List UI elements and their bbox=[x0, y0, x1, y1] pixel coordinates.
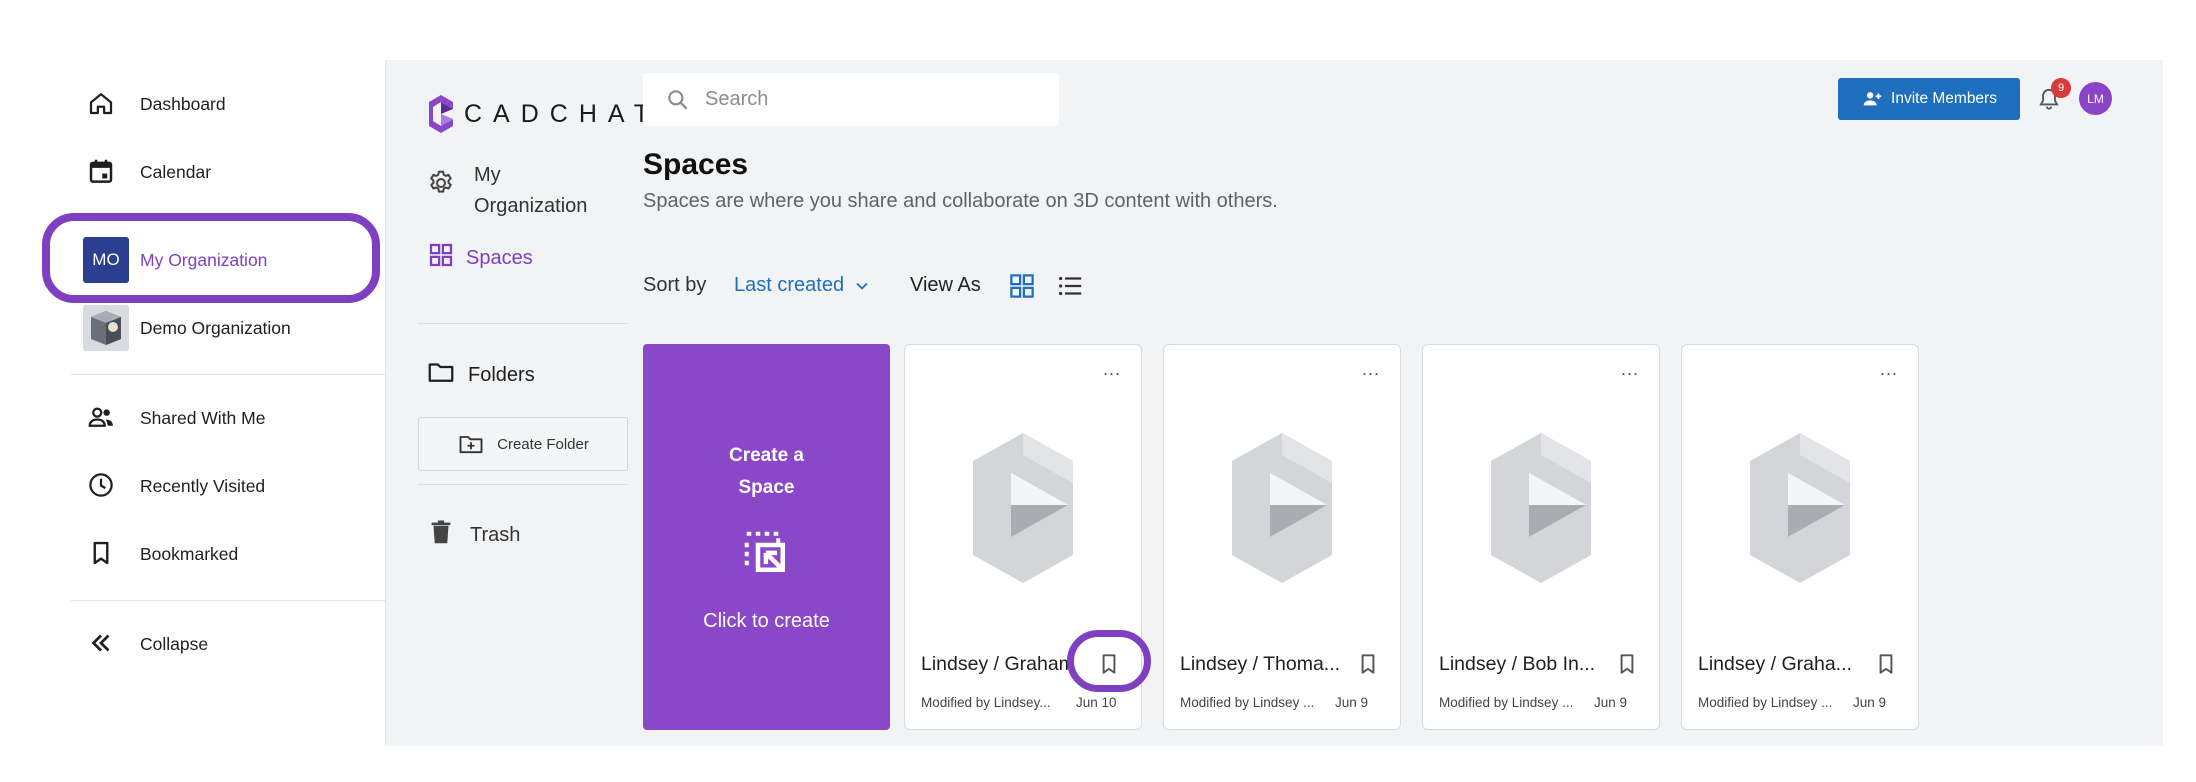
grid-view-icon[interactable] bbox=[1007, 271, 1037, 301]
search-icon bbox=[665, 87, 691, 113]
nav-label: Recently Visited bbox=[140, 475, 266, 496]
more-options-icon[interactable]: ... bbox=[1880, 359, 1898, 380]
logo-text: CADCHAT bbox=[464, 99, 660, 128]
sidebar-item-label: My Organization bbox=[474, 164, 588, 217]
nav-item-my-organization[interactable]: My Organization bbox=[140, 250, 267, 271]
left-navigation: Dashboard Calendar MO My Organization De… bbox=[0, 0, 385, 782]
nav-label: Bookmarked bbox=[140, 543, 239, 564]
invite-members-button[interactable]: Invite Members bbox=[1838, 78, 2020, 120]
space-meta: Modified by Lindsey ... Jun 9 bbox=[1439, 695, 1627, 710]
search-input[interactable] bbox=[705, 88, 1045, 111]
page-subtitle: Spaces are where you share and collabora… bbox=[643, 190, 1278, 212]
sidebar-item-label: Trash bbox=[470, 523, 521, 546]
page-title: Spaces bbox=[643, 148, 749, 181]
view-as-label: View As bbox=[910, 274, 981, 296]
create-folder-button[interactable]: Create Folder bbox=[418, 417, 628, 471]
app-panel: CADCHAT My Organization Spaces Folders C… bbox=[385, 60, 2163, 746]
sidebar-item-label: Spaces bbox=[466, 246, 533, 269]
sort-dropdown[interactable]: Last created bbox=[734, 274, 872, 297]
space-name: Lindsey / Graha... bbox=[1698, 653, 1852, 675]
folder-icon bbox=[426, 357, 456, 393]
modified-date: Jun 10 bbox=[1076, 695, 1117, 710]
create-space-title: Create a Space bbox=[729, 445, 804, 498]
more-options-icon[interactable]: ... bbox=[1621, 359, 1639, 380]
sidebar-item-folders[interactable]: Folders bbox=[426, 357, 535, 393]
double-chevron-left-icon bbox=[86, 628, 116, 658]
space-thumbnail-icon bbox=[1750, 433, 1850, 583]
nav-label: Shared With Me bbox=[140, 407, 266, 428]
add-person-icon bbox=[1861, 88, 1883, 110]
nav-item-demo-organization[interactable]: Demo Organization bbox=[140, 318, 291, 339]
nav-divider bbox=[71, 374, 385, 375]
highlight-annotation bbox=[1067, 630, 1151, 692]
bookmark-icon bbox=[86, 538, 116, 568]
create-space-card[interactable]: Create a Space Click to create bbox=[643, 344, 890, 730]
space-name: Lindsey / Thoma... bbox=[1180, 653, 1340, 675]
space-thumbnail-icon bbox=[1232, 433, 1332, 583]
search-bar[interactable] bbox=[643, 73, 1059, 126]
trash-icon bbox=[426, 517, 456, 553]
modified-by: Modified by Lindsey ... bbox=[1698, 695, 1833, 710]
org-avatar-demo-organization[interactable] bbox=[83, 305, 129, 351]
sort-by-label: Sort by bbox=[643, 274, 707, 296]
sidebar-item-label: Folders bbox=[468, 363, 535, 386]
modified-date: Jun 9 bbox=[1594, 695, 1628, 710]
nav-divider bbox=[71, 600, 385, 601]
bookmark-icon[interactable] bbox=[1614, 651, 1640, 677]
space-thumbnail-icon bbox=[1491, 433, 1591, 583]
space-meta: Modified by Lindsey... Jun 10 bbox=[921, 695, 1117, 710]
invite-members-label: Invite Members bbox=[1891, 90, 1997, 107]
modified-by: Modified by Lindsey ... bbox=[1180, 695, 1315, 710]
gear-icon bbox=[426, 168, 456, 204]
sidebar-item-my-organization[interactable]: My Organization bbox=[426, 160, 604, 222]
folder-add-icon bbox=[457, 430, 485, 458]
create-space-cta: Click to create bbox=[703, 610, 830, 632]
space-card[interactable]: ... Lindsey / Graha... Modified by Linds… bbox=[1681, 344, 1919, 730]
more-options-icon[interactable]: ... bbox=[1362, 359, 1380, 380]
space-card[interactable]: ... Lindsey / Thoma... Modified by Linds… bbox=[1163, 344, 1401, 730]
space-name: Lindsey / Graham bbox=[921, 653, 1075, 675]
sidebar-divider bbox=[418, 323, 628, 324]
space-meta: Modified by Lindsey ... Jun 9 bbox=[1180, 695, 1368, 710]
more-options-icon[interactable]: ... bbox=[1103, 359, 1121, 380]
nav-label: Dashboard bbox=[140, 93, 226, 114]
space-card[interactable]: ... Lindsey / Bob In... Modified by Lind… bbox=[1422, 344, 1660, 730]
clock-icon bbox=[86, 470, 116, 500]
space-name: Lindsey / Bob In... bbox=[1439, 653, 1596, 675]
space-meta: Modified by Lindsey ... Jun 9 bbox=[1698, 695, 1886, 710]
notification-badge: 9 bbox=[2051, 78, 2071, 98]
sidebar-divider bbox=[418, 484, 628, 485]
create-folder-label: Create Folder bbox=[497, 435, 589, 453]
calendar-icon bbox=[86, 156, 116, 186]
nav-label: Calendar bbox=[140, 161, 212, 182]
sidebar-item-spaces[interactable]: Spaces bbox=[426, 240, 533, 276]
bookmark-icon[interactable] bbox=[1355, 651, 1381, 677]
select-cursor-icon bbox=[744, 531, 785, 572]
sidebar-item-trash[interactable]: Trash bbox=[426, 517, 520, 553]
modified-date: Jun 9 bbox=[1853, 695, 1887, 710]
home-icon bbox=[86, 88, 116, 118]
cadchat-logo-icon bbox=[429, 95, 453, 133]
bookmark-icon[interactable] bbox=[1873, 651, 1899, 677]
grid-icon bbox=[426, 240, 456, 276]
sort-value: Last created bbox=[734, 274, 845, 296]
list-view-icon[interactable] bbox=[1055, 271, 1085, 301]
cadchat-logo[interactable]: CADCHAT bbox=[428, 94, 660, 134]
collapse-label: Collapse bbox=[140, 633, 209, 654]
space-thumbnail-icon bbox=[973, 433, 1073, 583]
people-icon bbox=[86, 402, 116, 432]
modified-by: Modified by Lindsey... bbox=[921, 695, 1051, 710]
modified-by: Modified by Lindsey ... bbox=[1439, 695, 1574, 710]
user-avatar[interactable]: LM bbox=[2079, 82, 2112, 115]
org-badge-my-organization[interactable]: MO bbox=[83, 237, 129, 283]
modified-date: Jun 9 bbox=[1335, 695, 1369, 710]
chevron-down-icon bbox=[852, 276, 872, 296]
